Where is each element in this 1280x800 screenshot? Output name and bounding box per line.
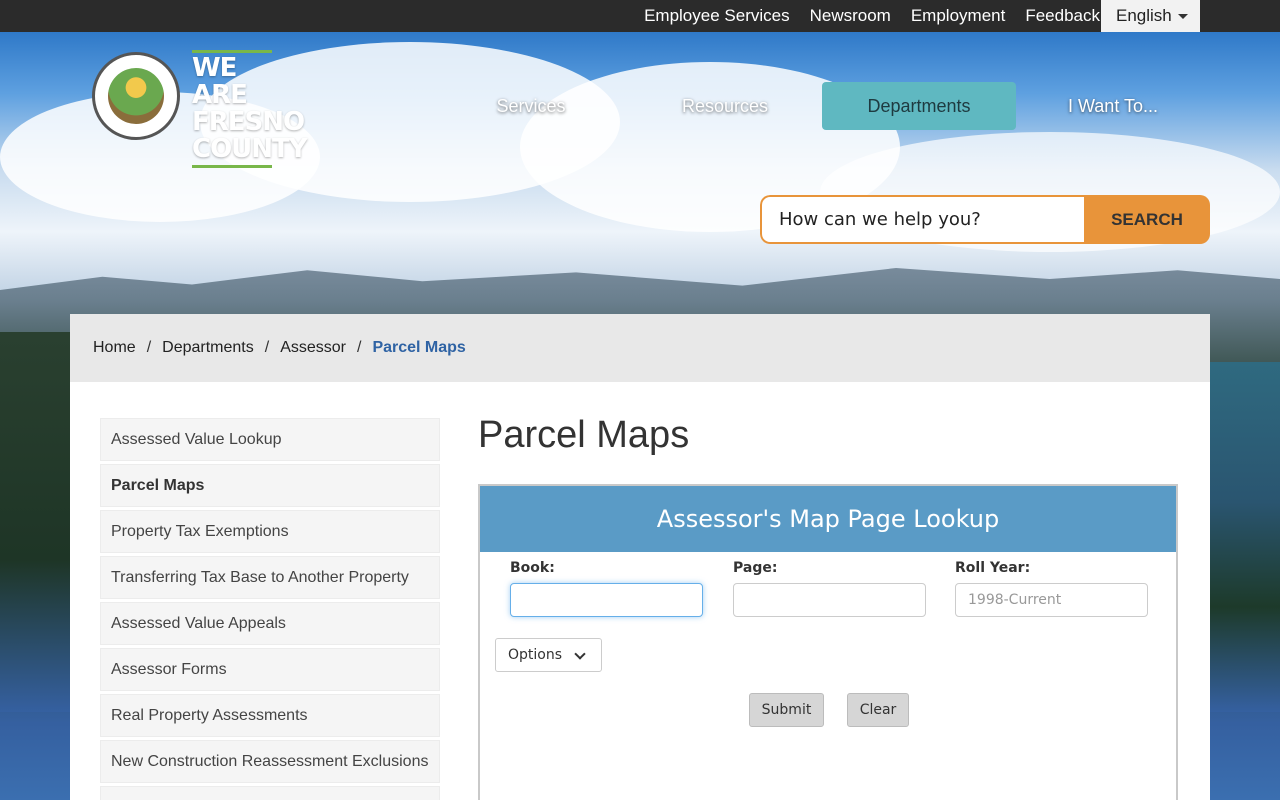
top-utility-bar: Employee Services Newsroom Employment Fe… [0, 0, 1280, 32]
lake-image [1210, 362, 1280, 712]
search-button[interactable]: SEARCH [1084, 195, 1210, 244]
nav-resources[interactable]: Resources [628, 82, 822, 130]
main-navigation: Services Resources Departments I Want To… [434, 82, 1210, 130]
nav-services[interactable]: Services [434, 82, 628, 130]
utility-links: Employee Services Newsroom Employment Fe… [624, 0, 1100, 32]
book-input[interactable] [510, 583, 703, 617]
sidebar-item-new-construction-exclusions[interactable]: New Construction Reassessment Exclusions [100, 740, 440, 783]
book-field: Book: [510, 560, 703, 617]
wordmark-line: WE ARE [192, 53, 248, 110]
submit-button[interactable]: Submit [749, 693, 824, 727]
lookup-heading: Assessor's Map Page Lookup [480, 486, 1176, 552]
breadcrumb-current: Parcel Maps [372, 339, 466, 356]
roll-year-field: Roll Year: 1998-Current [955, 560, 1148, 617]
employment-link[interactable]: Employment [911, 6, 1005, 26]
language-select[interactable]: English [1101, 0, 1200, 32]
options-dropdown-button[interactable]: Options [495, 638, 602, 672]
breadcrumb-separator: / [146, 339, 152, 356]
sidebar-item-property-tax-exemptions[interactable]: Property Tax Exemptions [100, 510, 440, 553]
page-input[interactable] [733, 583, 926, 617]
feedback-link[interactable]: Feedback [1025, 6, 1100, 26]
chevron-down-icon [574, 648, 586, 660]
breadcrumb-home[interactable]: Home [93, 339, 136, 357]
employee-services-link[interactable]: Employee Services [644, 6, 790, 26]
options-label: Options [508, 647, 563, 663]
book-label: Book: [510, 560, 555, 576]
language-value: English [1116, 6, 1172, 25]
breadcrumb-departments[interactable]: Departments [162, 339, 254, 357]
site-search: How can we help you? SEARCH [760, 195, 1210, 244]
page-title: Parcel Maps [478, 414, 690, 456]
caret-down-icon [1178, 14, 1188, 19]
breadcrumb-assessor[interactable]: Assessor [280, 339, 346, 357]
breadcrumb-separator: / [356, 339, 362, 356]
sidebar-item-assessed-value-lookup[interactable]: Assessed Value Lookup [100, 418, 440, 461]
wordmark-line: FRESNO [192, 107, 305, 137]
sidebar-item-parcel-maps[interactable]: Parcel Maps [100, 464, 440, 507]
wordmark-line: COUNTY [192, 134, 308, 164]
content-panel: Home / Departments / Assessor / Parcel M… [70, 314, 1210, 800]
forest-image [0, 332, 75, 712]
sidebar-item-real-property-assessments[interactable]: Real Property Assessments [100, 694, 440, 737]
page-field: Page: [733, 560, 926, 617]
breadcrumb: Home / Departments / Assessor / Parcel M… [70, 314, 1210, 382]
breadcrumb-separator: / [264, 339, 270, 356]
roll-year-input[interactable]: 1998-Current [955, 583, 1148, 617]
we-are-fresno-county-logo[interactable]: WE ARE FRESNO COUNTY [192, 50, 308, 168]
page-label: Page: [733, 560, 778, 576]
sidebar-item-assessor-forms[interactable]: Assessor Forms [100, 648, 440, 691]
search-input[interactable]: How can we help you? [760, 195, 1084, 244]
sidebar-item-assessed-value-appeals[interactable]: Assessed Value Appeals [100, 602, 440, 645]
county-seal-logo[interactable] [92, 52, 180, 140]
nav-i-want-to[interactable]: I Want To... [1016, 82, 1210, 130]
section-sidebar: Assessed Value Lookup Parcel Maps Proper… [100, 418, 440, 800]
nav-departments[interactable]: Departments [822, 82, 1016, 130]
sidebar-item-transferring-tax-base[interactable]: Transferring Tax Base to Another Propert… [100, 556, 440, 599]
map-page-lookup-form: Assessor's Map Page Lookup Book: Page: R… [478, 484, 1178, 800]
seal-emblem [108, 68, 164, 124]
clear-button[interactable]: Clear [847, 693, 909, 727]
newsroom-link[interactable]: Newsroom [810, 6, 891, 26]
sidebar-item-more[interactable] [100, 786, 440, 800]
roll-year-label: Roll Year: [955, 560, 1031, 576]
